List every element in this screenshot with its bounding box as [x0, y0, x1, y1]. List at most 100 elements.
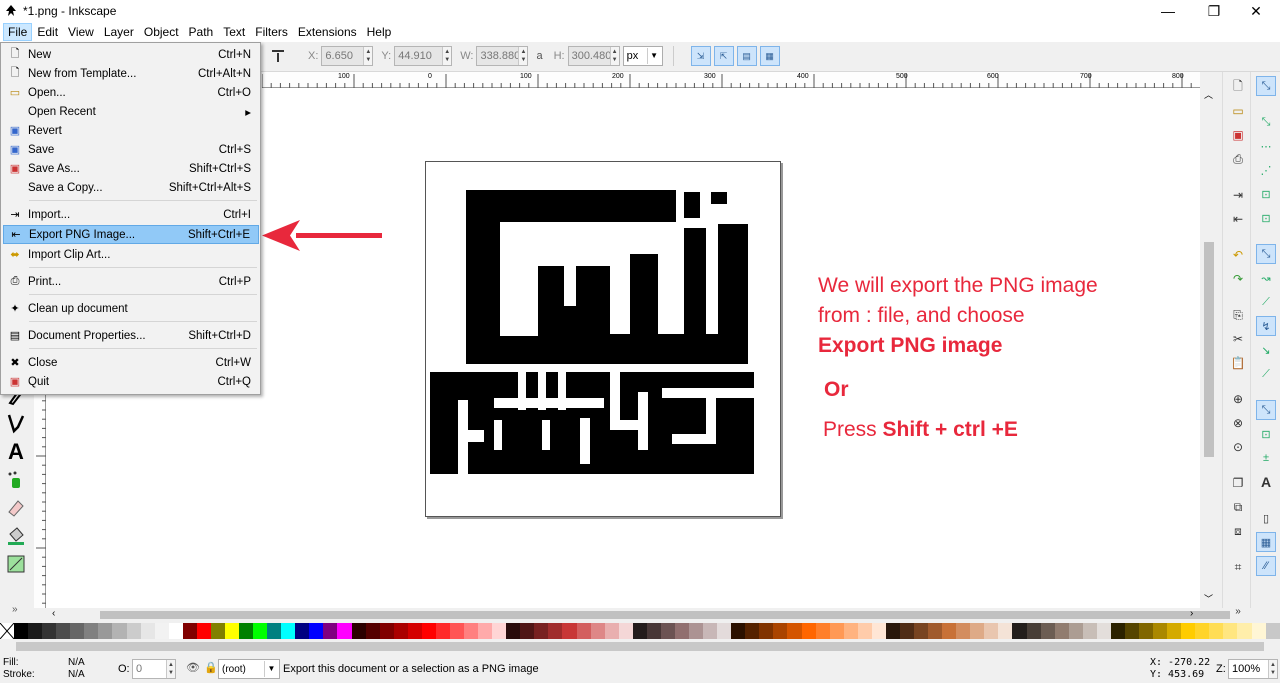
cut-icon[interactable]: ✂	[1229, 330, 1247, 348]
menu-layer[interactable]: Layer	[99, 23, 139, 41]
color-swatch[interactable]	[1195, 623, 1210, 639]
horizontal-scrollbar[interactable]: ‹ ›	[46, 608, 1230, 622]
snap-path-icon[interactable]: ↝	[1256, 268, 1276, 288]
color-swatch[interactable]	[1054, 623, 1069, 639]
menu-view[interactable]: View	[63, 23, 99, 41]
menu-item-import[interactable]: ⇥ Import... Ctrl+I	[3, 205, 259, 224]
color-swatch[interactable]	[604, 623, 619, 639]
export-icon[interactable]: ⇤	[1229, 210, 1247, 228]
palette-scrollbar[interactable]	[0, 639, 1280, 655]
color-swatch[interactable]	[1068, 623, 1083, 639]
zoom-selection-icon[interactable]: ⊕	[1229, 390, 1247, 408]
menu-item-save[interactable]: ▣ Save Ctrl+S	[3, 140, 259, 159]
zoom-page-icon[interactable]: ⊙	[1229, 438, 1247, 456]
snap-grid-icon[interactable]: ▦	[1256, 532, 1276, 552]
color-swatch[interactable]	[309, 623, 324, 639]
color-swatch[interactable]	[351, 623, 366, 639]
color-swatch[interactable]	[534, 623, 549, 639]
menu-item-quit[interactable]: ▣ Quit Ctrl+Q	[3, 372, 259, 391]
clone-icon[interactable]: ⧉	[1229, 498, 1247, 516]
menu-help[interactable]: Help	[362, 23, 397, 41]
snap-midpoint-icon[interactable]: ⟋	[1256, 364, 1276, 384]
color-swatch[interactable]	[1040, 623, 1055, 639]
menu-path[interactable]: Path	[184, 23, 219, 41]
text-tool-icon[interactable]: A	[4, 439, 28, 464]
color-swatch[interactable]	[660, 623, 675, 639]
menu-filters[interactable]: Filters	[250, 23, 293, 41]
hide-layer-icon[interactable]: 👁	[186, 661, 200, 674]
color-swatch[interactable]	[1167, 623, 1182, 639]
minimize-button[interactable]: —	[1148, 0, 1188, 22]
color-swatch[interactable]	[492, 623, 507, 639]
color-swatch[interactable]	[576, 623, 591, 639]
color-swatch[interactable]	[1265, 623, 1280, 639]
color-palette[interactable]	[0, 622, 1280, 640]
color-swatch[interactable]	[1124, 623, 1139, 639]
color-swatch[interactable]	[899, 623, 914, 639]
zoom-field[interactable]: 100% ▲ ▼	[1228, 659, 1278, 679]
menu-item-close[interactable]: ✖ Close Ctrl+W	[3, 353, 259, 372]
color-swatch[interactable]	[196, 623, 211, 639]
menu-file[interactable]: File	[3, 23, 33, 41]
save-icon[interactable]: ▣	[1229, 126, 1247, 144]
color-swatch[interactable]	[618, 623, 633, 639]
menu-item-import-clip-art[interactable]: ⬌ Import Clip Art...	[3, 245, 259, 264]
color-swatch[interactable]	[1026, 623, 1041, 639]
color-swatch[interactable]	[182, 623, 197, 639]
color-swatch[interactable]	[928, 623, 943, 639]
color-swatch[interactable]	[407, 623, 422, 639]
menu-edit[interactable]: Edit	[32, 23, 63, 41]
menu-item-export-png[interactable]: ⇤ Export PNG Image... Shift+Ctrl+E	[3, 225, 259, 244]
color-swatch[interactable]	[731, 623, 746, 639]
layer-select[interactable]: (root) ▼	[218, 659, 280, 679]
snap-bbox-corner-icon[interactable]: ⋰	[1256, 160, 1276, 180]
color-swatch[interactable]	[717, 623, 732, 639]
color-swatch[interactable]	[871, 623, 886, 639]
horizontal-scroll-thumb[interactable]	[100, 611, 1230, 619]
color-swatch[interactable]	[421, 623, 436, 639]
color-swatch[interactable]	[239, 623, 254, 639]
color-swatch[interactable]	[773, 623, 788, 639]
snap-center-icon[interactable]: ⊡	[1256, 424, 1276, 444]
color-swatch[interactable]	[914, 623, 929, 639]
color-swatch[interactable]	[745, 623, 760, 639]
color-swatch[interactable]	[267, 623, 282, 639]
duplicate-icon[interactable]: ❐	[1229, 474, 1247, 492]
menu-item-new[interactable]: 🗋 New Ctrl+N	[3, 45, 259, 64]
color-swatch[interactable]	[759, 623, 774, 639]
move-gradients-icon[interactable]: ▤	[736, 46, 757, 66]
color-swatch[interactable]	[84, 623, 99, 639]
color-swatch[interactable]	[1237, 623, 1252, 639]
color-swatch[interactable]	[323, 623, 338, 639]
w-field[interactable]: 338.880 ▲ ▼	[476, 46, 529, 66]
color-swatch[interactable]	[815, 623, 830, 639]
color-swatch[interactable]	[857, 623, 872, 639]
color-swatch[interactable]	[506, 623, 521, 639]
color-swatch[interactable]	[1251, 623, 1266, 639]
color-swatch[interactable]	[674, 623, 689, 639]
unlink-clone-icon[interactable]: ⧈	[1229, 522, 1247, 540]
color-swatch[interactable]	[14, 623, 29, 639]
color-swatch[interactable]	[295, 623, 310, 639]
snap-enable-icon[interactable]: ⤡	[1256, 76, 1276, 96]
vertical-scrollbar[interactable]: ︿ ﹀	[1200, 72, 1218, 612]
menu-extensions[interactable]: Extensions	[293, 23, 362, 41]
color-swatch[interactable]	[393, 623, 408, 639]
color-swatch[interactable]	[1181, 623, 1196, 639]
color-swatch[interactable]	[1139, 623, 1154, 639]
menu-item-save-as[interactable]: ▣ Save As... Shift+Ctrl+S	[3, 159, 259, 178]
color-swatch[interactable]	[168, 623, 183, 639]
scale-stroke-icon[interactable]: ⇲	[690, 46, 711, 66]
scroll-down-icon[interactable]: ﹀	[1204, 592, 1213, 605]
zoom-drawing-icon[interactable]: ⊗	[1229, 414, 1247, 432]
redo-icon[interactable]: ↷	[1229, 270, 1247, 288]
bucket-fill-tool-icon[interactable]	[4, 524, 28, 548]
unit-select[interactable]: px ▼	[622, 46, 663, 66]
h-field[interactable]: 300.480 ▲ ▼	[567, 46, 620, 66]
menu-object[interactable]: Object	[139, 23, 184, 41]
gradient-tool-icon[interactable]	[4, 552, 28, 576]
color-swatch[interactable]	[28, 623, 43, 639]
menu-item-save-copy[interactable]: Save a Copy... Shift+Ctrl+Alt+S	[3, 178, 259, 197]
close-window-button[interactable]: ✕	[1236, 0, 1276, 22]
color-swatch[interactable]	[337, 623, 352, 639]
